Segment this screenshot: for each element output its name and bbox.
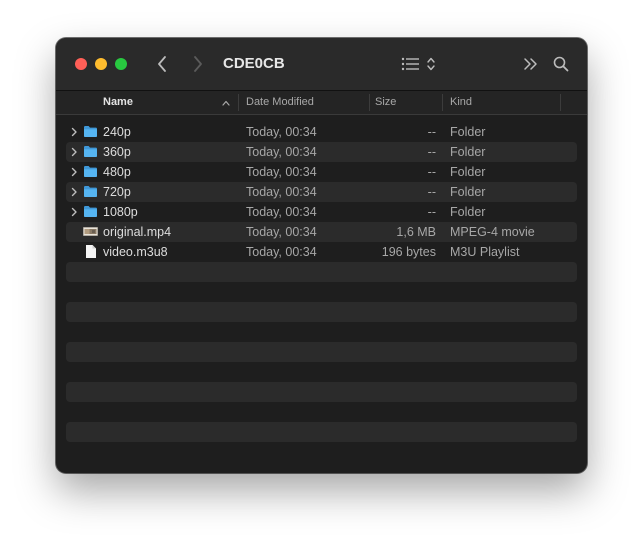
disclosure-triangle-icon[interactable] xyxy=(71,186,78,200)
file-size: -- xyxy=(427,185,436,199)
view-options-button[interactable] xyxy=(400,52,438,76)
file-row[interactable]: 360p Today, 00:34 -- Folder xyxy=(66,142,577,162)
chevron-double-right-icon xyxy=(524,58,537,70)
file-date-modified: Today, 00:34 xyxy=(246,125,317,139)
more-toolbar-items-button[interactable] xyxy=(521,52,541,76)
file-kind: Folder xyxy=(450,165,486,179)
file-row[interactable]: 480p Today, 00:34 -- Folder xyxy=(66,162,577,182)
folder-icon xyxy=(83,165,98,181)
toolbar: CDE0CB xyxy=(56,38,587,91)
disclosure-triangle-icon[interactable] xyxy=(71,146,78,160)
file-kind: Folder xyxy=(450,125,486,139)
column-header-kind[interactable]: Kind xyxy=(450,96,472,108)
close-window-button[interactable] xyxy=(75,58,87,70)
column-header-name[interactable]: Name xyxy=(103,96,133,108)
empty-row xyxy=(66,262,577,282)
column-divider[interactable] xyxy=(560,94,561,111)
column-header-date[interactable]: Date Modified xyxy=(246,96,314,108)
file-size: 1,6 MB xyxy=(396,225,436,239)
file-size: -- xyxy=(427,125,436,139)
file-name: 480p xyxy=(103,165,131,179)
column-header-size[interactable]: Size xyxy=(375,96,396,108)
disclosure-triangle-icon[interactable] xyxy=(71,126,78,140)
disclosure-triangle-icon[interactable] xyxy=(71,206,78,220)
document-icon xyxy=(85,244,97,262)
search-button[interactable] xyxy=(551,52,571,76)
file-kind: Folder xyxy=(450,145,486,159)
file-row[interactable]: original.mp4 Today, 00:34 1,6 MB MPEG-4 mov… xyxy=(66,222,577,242)
file-row[interactable]: video.m3u8 Today, 00:34 196 bytes M3U Playl… xyxy=(66,242,577,262)
video-thumbnail-icon xyxy=(83,226,98,240)
empty-row xyxy=(66,422,577,442)
file-size: -- xyxy=(427,205,436,219)
window-title: CDE0CB xyxy=(223,55,285,72)
file-name: 360p xyxy=(103,145,131,159)
empty-row xyxy=(66,342,577,362)
file-name: 1080p xyxy=(103,205,138,219)
chevron-right-icon xyxy=(194,56,202,72)
file-size: -- xyxy=(427,145,436,159)
disclosure-triangle-icon[interactable] xyxy=(71,166,78,180)
file-date-modified: Today, 00:34 xyxy=(246,225,317,239)
empty-row xyxy=(66,362,577,382)
file-kind: MPEG-4 movie xyxy=(450,225,535,239)
file-kind: Folder xyxy=(450,205,486,219)
empty-row xyxy=(66,442,577,462)
file-date-modified: Today, 00:34 xyxy=(246,205,317,219)
empty-row xyxy=(66,382,577,402)
zoom-window-button[interactable] xyxy=(115,58,127,70)
file-kind: M3U Playlist xyxy=(450,245,520,259)
file-date-modified: Today, 00:34 xyxy=(246,145,317,159)
empty-row xyxy=(66,402,577,422)
back-button[interactable] xyxy=(153,52,171,76)
folder-icon xyxy=(83,185,98,201)
file-name: 240p xyxy=(103,125,131,139)
search-icon xyxy=(553,56,569,72)
file-row[interactable]: 720p Today, 00:34 -- Folder xyxy=(66,182,577,202)
column-divider[interactable] xyxy=(238,94,239,111)
folder-icon xyxy=(83,145,98,161)
sort-ascending-icon xyxy=(222,100,230,106)
column-divider[interactable] xyxy=(442,94,443,111)
empty-row xyxy=(66,282,577,302)
file-date-modified: Today, 00:34 xyxy=(246,245,317,259)
minimize-window-button[interactable] xyxy=(95,58,107,70)
folder-icon xyxy=(83,125,98,141)
file-size: -- xyxy=(427,165,436,179)
file-row[interactable]: 1080p Today, 00:34 -- Folder xyxy=(66,202,577,222)
file-date-modified: Today, 00:34 xyxy=(246,185,317,199)
folder-icon xyxy=(83,205,98,221)
column-divider[interactable] xyxy=(369,94,370,111)
file-row[interactable]: 240p Today, 00:34 -- Folder xyxy=(66,122,577,142)
column-header: Name Date Modified Size Kind xyxy=(56,91,587,115)
file-kind: Folder xyxy=(450,185,486,199)
empty-row xyxy=(66,302,577,322)
file-name: 720p xyxy=(103,185,131,199)
empty-row xyxy=(66,322,577,342)
chevron-left-icon xyxy=(158,56,166,72)
finder-window: CDE0CB Name Date Modified Size Kind 240p… xyxy=(56,38,587,473)
file-name: original.mp4 xyxy=(103,225,172,239)
list-view-icon xyxy=(401,57,435,71)
file-name: video.m3u8 xyxy=(103,245,168,259)
file-size: 196 bytes xyxy=(381,245,436,259)
file-date-modified: Today, 00:34 xyxy=(246,165,317,179)
forward-button[interactable] xyxy=(189,52,207,76)
